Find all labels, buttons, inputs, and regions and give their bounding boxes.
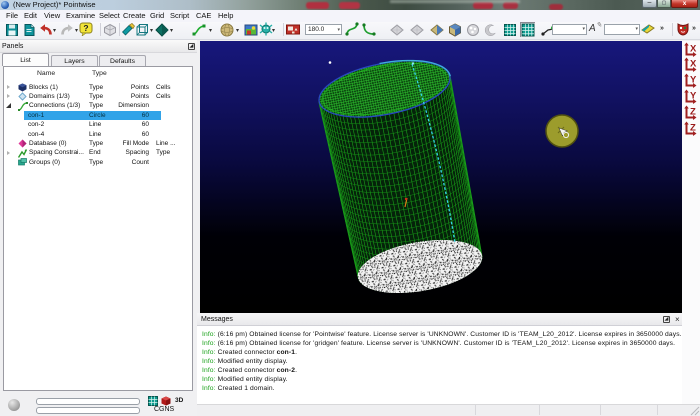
svg-text:?: ? <box>83 23 88 33</box>
svg-text:Z: Z <box>690 106 696 117</box>
svg-text:X: X <box>690 58 697 69</box>
svg-text:X: X <box>690 43 697 54</box>
svg-text:Y: Y <box>690 74 697 85</box>
svg-text:Y: Y <box>690 90 697 101</box>
svg-text:Z: Z <box>690 123 696 134</box>
